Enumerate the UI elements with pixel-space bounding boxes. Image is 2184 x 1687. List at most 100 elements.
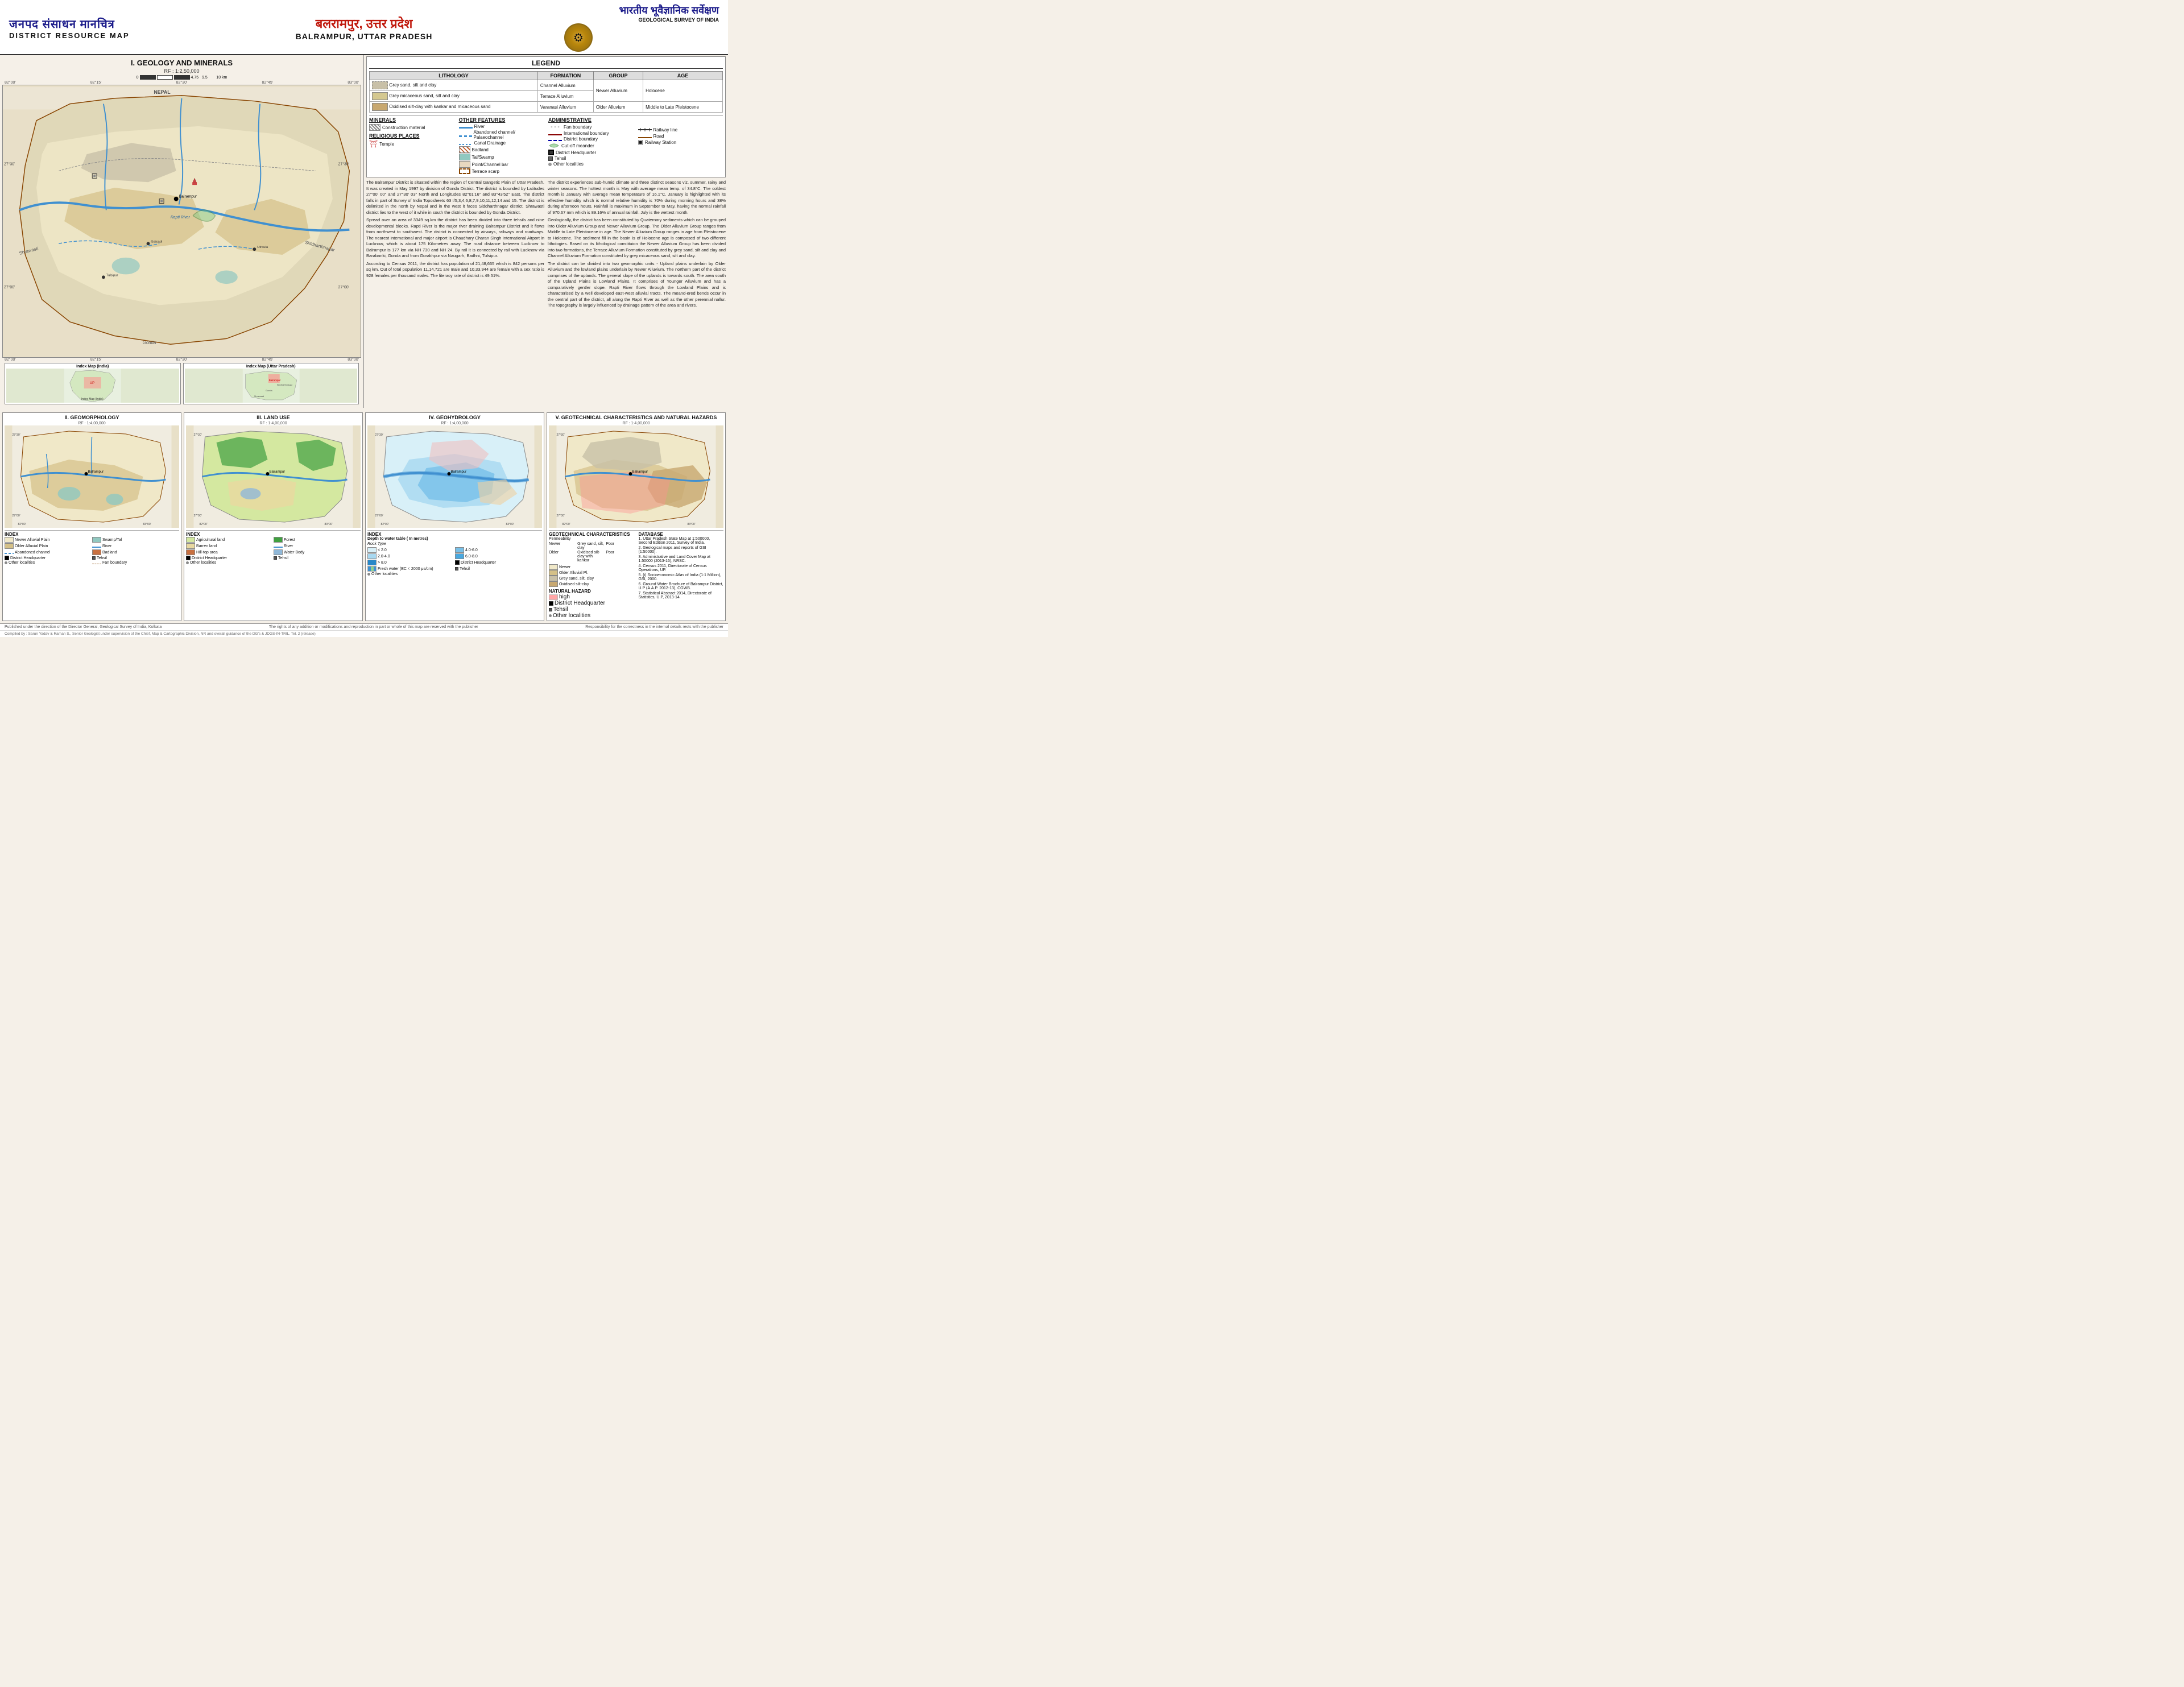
gt-grey-label: Grey sand, silt, clay <box>559 577 594 581</box>
barren-label: Barren land <box>196 544 217 548</box>
group-header: GROUP <box>593 72 643 80</box>
svg-text:27°00': 27°00' <box>375 514 383 518</box>
geo-index-grid: Newer Alluvial Plain Swamp/Tal Older All… <box>5 537 179 565</box>
gsi-hindi: भारतीय भूवैज्ञानिक सर्वेक्षण <box>619 5 719 16</box>
gt-perm-d1: Older <box>549 551 577 563</box>
gt-newer-label: Newer <box>559 565 570 569</box>
svg-text:27°00': 27°00' <box>13 514 20 518</box>
spacer <box>638 117 723 126</box>
land-use-map: Balrampur 27°30' 27°00' 82°00' 83°00' <box>186 425 361 528</box>
svg-text:27°30': 27°30' <box>338 162 349 167</box>
hilltop-label: Hill-top area <box>196 551 218 555</box>
svg-text:27°00': 27°00' <box>557 514 565 518</box>
forest-label: Forest <box>284 538 295 542</box>
gh-index: INDEX Depth to water table ( In metres) … <box>367 530 542 576</box>
gh-24-sym <box>367 553 377 559</box>
svg-text:27°00': 27°00' <box>4 285 15 290</box>
dhq-symbol <box>548 150 554 155</box>
railway-symbol <box>638 126 652 133</box>
index-item: Hill-top area <box>186 549 273 555</box>
gh-46-label: 4.0-6.0 <box>465 548 478 552</box>
international-label: International boundary <box>564 131 609 136</box>
fan-label-g: Fan boundary <box>102 561 127 565</box>
tal-label: Tal/Swamp <box>472 155 494 160</box>
barren-sym <box>186 543 195 549</box>
dhq-label: District Headquarter <box>556 150 596 155</box>
header-right: भारतीय भूवैज्ञानिक सर्वेक्षण GEOLOGICAL … <box>560 3 719 52</box>
svg-text:Balrampur: Balrampur <box>88 470 104 474</box>
lith-header: LITHOLOGY <box>370 72 538 80</box>
canal-symbol <box>459 144 473 145</box>
abandoned-symbol <box>459 135 472 137</box>
gt-oxid-sym <box>549 581 558 587</box>
older-label: Older Alluvial Plain <box>15 544 48 548</box>
db-item-3: 3. Administrative and Land Cover Map at … <box>639 555 724 563</box>
footer-center: The rights of any addition or modificati… <box>269 625 478 629</box>
forest-sym <box>274 537 283 543</box>
svg-text:Balrampur: Balrampur <box>268 379 280 382</box>
svg-text:Gaisadi: Gaisadi <box>151 240 162 243</box>
badland-label-idx: Badland <box>102 551 117 555</box>
coord-lon-5: 83°00' <box>348 81 359 85</box>
scale-seg-3 <box>174 75 190 80</box>
gt-hazard-header: NATURAL HAZARD <box>549 589 634 594</box>
footer-right: Responsibility for the correctness in th… <box>585 625 723 629</box>
newer-alluvial-label: Newer Alluvial Plain <box>15 538 49 542</box>
gt-database: DATABASE 1. Uttar Pradesh State Map at 1… <box>639 532 724 619</box>
gt-oxid-label: Oxidised silt-clay <box>559 582 589 586</box>
form-cell-3: Varanasi Alluvium <box>537 102 593 113</box>
cutoff-label: Cut-off meander <box>561 143 594 148</box>
point-label: Point/Channel bar <box>472 162 508 167</box>
badland-label: Badland <box>472 147 489 152</box>
gt-index: GEOTECHNICAL CHARACTERISTICS Permeabilit… <box>549 530 723 619</box>
coord-lon-4: 82°45' <box>262 81 273 85</box>
svg-text:83°00': 83°00' <box>325 523 333 526</box>
railway-label: Railway line <box>653 127 678 133</box>
gh-24-label: 2.0-4.0 <box>378 555 390 559</box>
index-item: > 8.0 <box>367 560 454 565</box>
gh-02-label: < 2.0 <box>378 548 387 552</box>
gsi-title: भारतीय भूवैज्ञानिक सर्वेक्षण GEOLOGICAL … <box>560 3 719 23</box>
coord-bottom-row: 82°00' 82°15' 82°30' 82°45' 83°00' <box>2 358 361 362</box>
terrace-symbol <box>459 168 470 174</box>
gt-index-cols: GEOTECHNICAL CHARACTERISTICS Permeabilit… <box>549 532 723 619</box>
svg-text:UP: UP <box>90 382 94 385</box>
org-subtitle-english: DISTRICT RESOURCE MAP <box>9 31 168 40</box>
point-symbol <box>459 161 470 168</box>
gt-permeability: Permeability <box>549 537 634 541</box>
svg-text:Balrampur: Balrampur <box>270 470 286 474</box>
svg-text:Balrampur: Balrampur <box>632 470 648 474</box>
form-header: FORMATION <box>537 72 593 80</box>
gt-svg: Balrampur 27°30' 27°00' 82°00' 83°00' <box>549 425 723 528</box>
geo-index-title: INDEX <box>5 532 179 537</box>
other-sym-g <box>5 561 7 564</box>
admin-header: ADMINISTRATIVE <box>548 117 634 123</box>
dhq-label-lu: District Headquarter <box>192 556 227 560</box>
india-svg: UP Index Map (India) <box>6 369 179 403</box>
index-item: District Headquarter <box>549 600 634 606</box>
up-index-map: Index Map (Uttar Pradesh) Balrampur Gond… <box>183 363 359 404</box>
gt-perm-h2: Grey sand, silt, clay <box>577 542 605 550</box>
svg-text:27°30': 27°30' <box>557 433 565 437</box>
gt-scale: RF : 1:4,00,000 <box>549 421 723 425</box>
gt-perm-h1: Newer <box>549 542 577 550</box>
svg-text:82°00': 82°00' <box>200 523 208 526</box>
other-sym-lu <box>186 561 189 564</box>
city-title-english: BALRAMPUR, UTTAR PRADESH <box>168 32 560 41</box>
coord-lon-b-3: 82°30' <box>176 358 188 362</box>
abnd-sym <box>5 553 14 554</box>
main-map-panel: I. GEOLOGY AND MINERALS RF : 1:2,50,000 … <box>0 55 364 408</box>
footer: Published under the direction of the Dir… <box>0 623 728 630</box>
geomorphology-title: II. GEOMORPHOLOGY <box>5 415 179 420</box>
svg-text:Tulsipur: Tulsipur <box>106 274 118 277</box>
agri-label: Agricultural land <box>196 538 225 542</box>
lu-index-grid: Agricultural land Forest Barren land Riv… <box>186 537 361 565</box>
other-features-header: OTHER FEATURES <box>459 117 544 123</box>
svg-text:82°00': 82°00' <box>562 523 570 526</box>
river-line-sym <box>92 547 101 548</box>
index-item: Badland <box>92 549 179 555</box>
tal-symbol <box>459 154 470 160</box>
tehsil-label-gh: Tehsil <box>460 567 470 571</box>
gh-index-grid: < 2.0 4.0-6.0 2.0-4.0 6.0-8.0 > 8.0 <box>367 547 542 576</box>
coord-top-row: 82°00' 82°15' 82°30' 82°45' 83°00' <box>2 81 361 85</box>
